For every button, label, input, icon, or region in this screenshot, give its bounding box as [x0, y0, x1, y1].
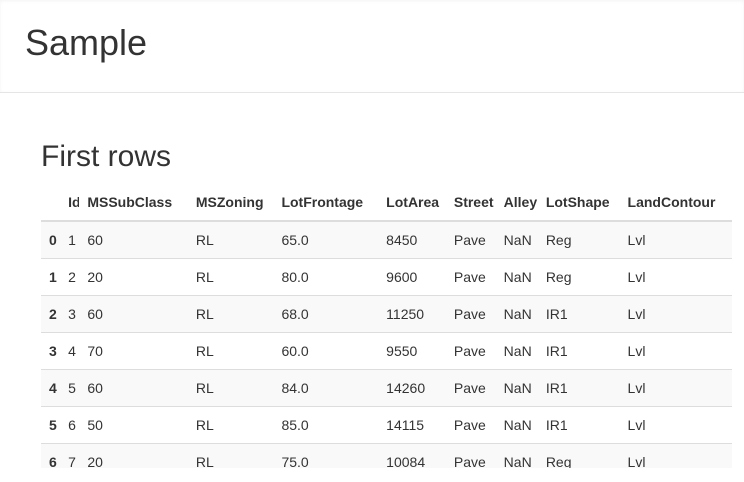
cell-street: Pave	[445, 220, 496, 259]
column-header-alley: Alley	[495, 184, 538, 222]
cell-lotshape: Reg	[537, 220, 620, 259]
cell-landcontour: Lvl	[619, 369, 732, 407]
row-index: 3	[41, 332, 61, 370]
table-row: 1 2 20 RL 80.0 9600 Pave NaN Reg Lvl	[41, 258, 732, 296]
table-body: 0 1 60 RL 65.0 8450 Pave NaN Reg Lvl 1 2…	[41, 220, 732, 468]
row-index: 4	[41, 369, 61, 407]
column-header-id: Id	[60, 184, 80, 222]
cell-alley: NaN	[495, 406, 538, 444]
cell-lotarea: 14115	[378, 406, 446, 444]
cell-lotfrontage: 68.0	[273, 295, 379, 333]
column-header-mssubclass: MSSubClass	[79, 184, 188, 222]
cell-mszoning: RL	[187, 258, 274, 296]
table-row: 5 6 50 RL 85.0 14115 Pave NaN IR1 Lvl	[41, 406, 732, 444]
cell-lotfrontage: 65.0	[273, 220, 379, 259]
cell-lotfrontage: 80.0	[273, 258, 379, 296]
cell-mssubclass: 50	[79, 406, 188, 444]
cell-landcontour: Lvl	[619, 220, 732, 259]
row-index: 6	[41, 443, 61, 468]
cell-lotfrontage: 85.0	[273, 406, 379, 444]
cell-mszoning: RL	[187, 443, 274, 468]
cell-lotarea: 10084	[378, 443, 446, 468]
cell-mssubclass: 60	[79, 369, 188, 407]
cell-lotshape: IR1	[537, 406, 620, 444]
cell-alley: NaN	[495, 258, 538, 296]
table-header: Id MSSubClass MSZoning LotFrontage LotAr…	[41, 184, 732, 222]
cell-landcontour: Lvl	[619, 332, 732, 370]
cell-street: Pave	[445, 258, 496, 296]
cell-alley: NaN	[495, 369, 538, 407]
row-index: 2	[41, 295, 61, 333]
cell-mszoning: RL	[187, 406, 274, 444]
cell-mssubclass: 20	[79, 443, 188, 468]
cell-id: 3	[60, 295, 80, 333]
page: Sample First rows Id MSSubClass MSZoning…	[0, 0, 744, 482]
column-header-mszoning: MSZoning	[187, 184, 274, 222]
cell-landcontour: Lvl	[619, 258, 732, 296]
column-header-lotfrontage: LotFrontage	[273, 184, 379, 222]
cell-id: 6	[60, 406, 80, 444]
cell-mszoning: RL	[187, 332, 274, 370]
cell-street: Pave	[445, 406, 496, 444]
cell-mssubclass: 60	[79, 295, 188, 333]
cell-alley: NaN	[495, 295, 538, 333]
cell-id: 2	[60, 258, 80, 296]
cell-lotshape: IR1	[537, 332, 620, 370]
cell-lotarea: 9600	[378, 258, 446, 296]
cell-mszoning: RL	[187, 295, 274, 333]
page-title: Sample	[25, 22, 148, 63]
table-row: 6 7 20 RL 75.0 10084 Pave NaN Reg Lvl	[41, 443, 732, 468]
cell-lotshape: IR1	[537, 369, 620, 407]
cell-id: 1	[60, 220, 80, 259]
table-row: 2 3 60 RL 68.0 11250 Pave NaN IR1 Lvl	[41, 295, 732, 333]
cell-landcontour: Lvl	[619, 443, 732, 468]
cell-landcontour: Lvl	[619, 406, 732, 444]
cell-lotshape: IR1	[537, 295, 620, 333]
column-header-lotshape: LotShape	[537, 184, 620, 222]
table-row: 3 4 70 RL 60.0 9550 Pave NaN IR1 Lvl	[41, 332, 732, 370]
cell-mszoning: RL	[187, 369, 274, 407]
cell-id: 4	[60, 332, 80, 370]
cell-lotfrontage: 84.0	[273, 369, 379, 407]
cell-lotarea: 14260	[378, 369, 446, 407]
cell-alley: NaN	[495, 443, 538, 468]
cell-street: Pave	[445, 369, 496, 407]
row-index: 1	[41, 258, 61, 296]
cell-alley: NaN	[495, 220, 538, 259]
table-header-row: Id MSSubClass MSZoning LotFrontage LotAr…	[41, 184, 732, 222]
cell-mssubclass: 20	[79, 258, 188, 296]
section-title: First rows	[41, 140, 171, 173]
data-table-container[interactable]: Id MSSubClass MSZoning LotFrontage LotAr…	[41, 184, 744, 468]
column-header-index	[41, 184, 61, 222]
table-row: 4 5 60 RL 84.0 14260 Pave NaN IR1 Lvl	[41, 369, 732, 407]
cell-lotshape: Reg	[537, 258, 620, 296]
table-row: 0 1 60 RL 65.0 8450 Pave NaN Reg Lvl	[41, 220, 732, 259]
row-index: 0	[41, 220, 61, 259]
cell-lotarea: 9550	[378, 332, 446, 370]
column-header-street: Street	[445, 184, 496, 222]
cell-mssubclass: 70	[79, 332, 188, 370]
cell-street: Pave	[445, 295, 496, 333]
cell-id: 7	[60, 443, 80, 468]
cell-alley: NaN	[495, 332, 538, 370]
cell-street: Pave	[445, 443, 496, 468]
header: Sample	[0, 0, 744, 93]
cell-street: Pave	[445, 332, 496, 370]
cell-lotshape: Reg	[537, 443, 620, 468]
cell-lotfrontage: 75.0	[273, 443, 379, 468]
column-header-lotarea: LotArea	[378, 184, 446, 222]
column-header-landcontour: LandContour	[619, 184, 732, 222]
cell-lotarea: 8450	[378, 220, 446, 259]
data-table: Id MSSubClass MSZoning LotFrontage LotAr…	[41, 184, 732, 468]
cell-id: 5	[60, 369, 80, 407]
cell-mszoning: RL	[187, 220, 274, 259]
cell-landcontour: Lvl	[619, 295, 732, 333]
cell-mssubclass: 60	[79, 220, 188, 259]
row-index: 5	[41, 406, 61, 444]
cell-lotarea: 11250	[378, 295, 446, 333]
cell-lotfrontage: 60.0	[273, 332, 379, 370]
